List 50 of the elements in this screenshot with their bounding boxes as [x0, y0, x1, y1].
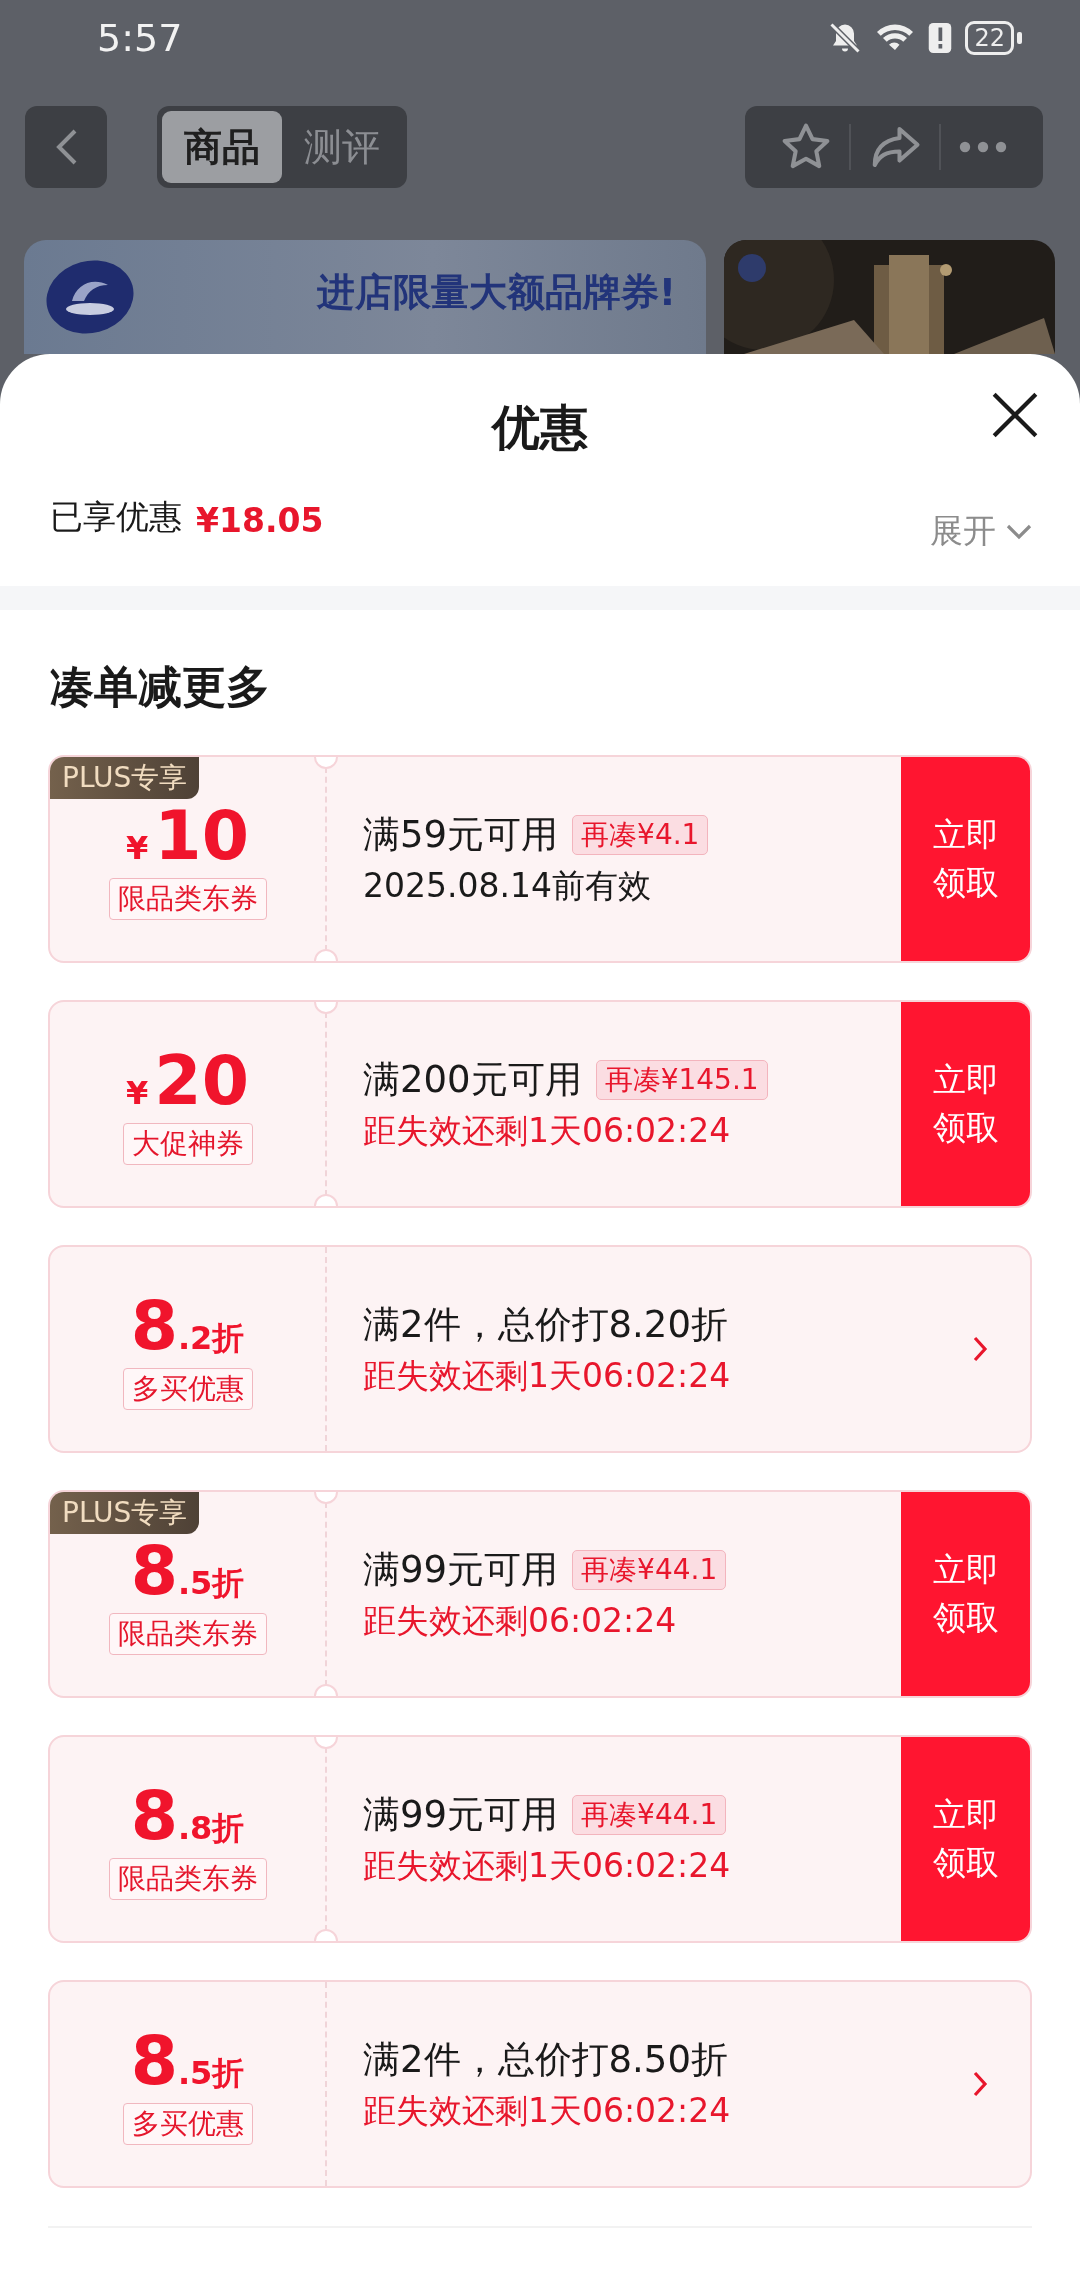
status-time: 5:57 — [97, 15, 183, 60]
coupon-value: 8.5折 — [130, 1533, 245, 1609]
savings-amount: ¥18.05 — [196, 501, 324, 542]
chevron-right-icon — [971, 2069, 989, 2099]
coupon-value: ¥20 — [126, 1043, 249, 1119]
coupon-validity: 距失效还剩1天06:02:24 — [363, 1109, 732, 1152]
coupon-validity: 距失效还剩1天06:02:24 — [363, 1354, 732, 1397]
coupon-tag: 限品类东券 — [108, 878, 267, 920]
brand-logo-icon — [44, 257, 136, 337]
claim-button[interactable]: 立即领取 — [901, 1002, 1030, 1206]
tab[interactable]: 商品 — [162, 111, 282, 183]
coupon-validity: 2025.08.14前有效 — [363, 864, 652, 907]
coupon-tag: 限品类东券 — [108, 1858, 267, 1900]
claim-button[interactable]: 立即领取 — [901, 1492, 1030, 1696]
coupon-value: 8.8折 — [130, 1778, 245, 1854]
plus-badge: PLUS专享 — [50, 757, 200, 799]
banner-headline: 进店限量大额品牌券! — [316, 268, 676, 316]
coupon-tag: 多买优惠 — [122, 2103, 253, 2145]
shortfall-badge: 再凑¥4.1 — [572, 814, 709, 855]
coupon-condition: 满59元可用 — [363, 811, 559, 858]
promo-banner[interactable]: 进店限量大额品牌券! — [24, 240, 706, 354]
claim-button[interactable]: 立即领取 — [901, 757, 1030, 961]
coupon-condition: 满2件，总价打8.20折 — [363, 1301, 728, 1348]
expand-button[interactable]: 展开 — [930, 509, 1032, 554]
plus-badge: PLUS专享 — [50, 1492, 200, 1534]
back-button[interactable] — [25, 106, 107, 188]
coupon-condition: 满99元可用 — [363, 1546, 559, 1593]
coupon-condition: 满200元可用 — [363, 1056, 582, 1103]
shortfall-badge: 再凑¥44.1 — [572, 1794, 727, 1835]
coupon-validity: 距失效还剩06:02:24 — [363, 1599, 678, 1642]
coupon-tag: 限品类东券 — [108, 1613, 267, 1655]
chevron-down-icon — [1006, 523, 1032, 540]
claim-button[interactable]: 立即领取 — [901, 1737, 1030, 1941]
coupon-value: ¥10 — [126, 798, 249, 874]
coupon-value: 8.2折 — [130, 1288, 245, 1364]
coupon-condition: 满99元可用 — [363, 1791, 559, 1838]
shortfall-badge: 再凑¥44.1 — [572, 1549, 727, 1590]
coupon-tag: 多买优惠 — [122, 1368, 253, 1410]
close-icon — [990, 390, 1040, 440]
coupon-condition: 满2件，总价打8.50折 — [363, 2036, 728, 2083]
tab[interactable]: 测评 — [282, 111, 402, 183]
shortfall-badge: 再凑¥145.1 — [595, 1059, 768, 1100]
sheet-title: 优惠 — [492, 398, 588, 457]
chevron-right-icon — [971, 1334, 989, 1364]
savings-label: 已享优惠 — [50, 496, 182, 538]
section-title: 凑单减更多 — [49, 660, 271, 714]
coupon-value: 8.5折 — [130, 2023, 245, 2099]
coupon-validity: 距失效还剩1天06:02:24 — [363, 1844, 732, 1887]
coupon-tag: 大促神券 — [122, 1123, 253, 1165]
coupon-validity: 距失效还剩1天06:02:24 — [363, 2089, 732, 2132]
